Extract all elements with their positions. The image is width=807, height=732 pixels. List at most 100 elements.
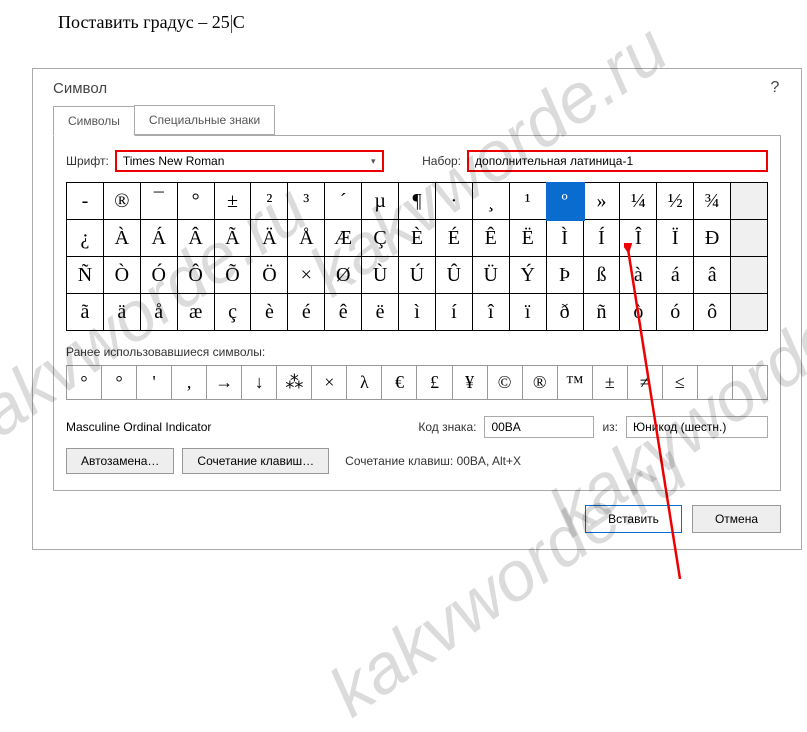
char-cell[interactable]: Ä bbox=[251, 220, 288, 257]
recent-char-cell[interactable]: ↓ bbox=[242, 366, 277, 400]
char-cell[interactable]: µ bbox=[362, 183, 399, 220]
char-cell[interactable]: î bbox=[473, 294, 510, 331]
recent-char-cell[interactable]: ⁂ bbox=[277, 366, 312, 400]
char-cell[interactable]: ³ bbox=[288, 183, 325, 220]
help-button[interactable]: ? bbox=[763, 79, 787, 97]
recent-char-cell[interactable]: ™ bbox=[558, 366, 593, 400]
char-cell[interactable]: Í bbox=[584, 220, 621, 257]
char-cell[interactable]: ò bbox=[620, 294, 657, 331]
tab-symbols[interactable]: Символы bbox=[53, 106, 135, 136]
char-cell[interactable]: - bbox=[67, 183, 104, 220]
recent-char-cell[interactable]: , bbox=[172, 366, 207, 400]
recent-char-cell[interactable]: ≠ bbox=[628, 366, 663, 400]
char-cell[interactable]: ã bbox=[67, 294, 104, 331]
recent-char-cell[interactable]: ® bbox=[523, 366, 558, 400]
recent-char-cell[interactable]: © bbox=[488, 366, 523, 400]
char-cell[interactable]: å bbox=[141, 294, 178, 331]
char-cell[interactable]: ¾ bbox=[694, 183, 731, 220]
char-cell[interactable]: è bbox=[251, 294, 288, 331]
char-cell[interactable]: » bbox=[584, 183, 621, 220]
char-cell[interactable]: æ bbox=[178, 294, 215, 331]
char-cell[interactable]: È bbox=[399, 220, 436, 257]
char-cell[interactable]: É bbox=[436, 220, 473, 257]
char-cell[interactable]: Ü bbox=[473, 257, 510, 294]
char-cell[interactable]: Ý bbox=[510, 257, 547, 294]
char-cell[interactable]: ´ bbox=[325, 183, 362, 220]
char-cell[interactable]: Ã bbox=[215, 220, 252, 257]
recent-char-cell[interactable]: ± bbox=[593, 366, 628, 400]
char-cell[interactable]: Ç bbox=[362, 220, 399, 257]
char-cell[interactable]: Â bbox=[178, 220, 215, 257]
char-cell[interactable]: ï bbox=[510, 294, 547, 331]
char-cell[interactable]: Æ bbox=[325, 220, 362, 257]
char-cell[interactable]: Ö bbox=[251, 257, 288, 294]
recent-char-cell[interactable]: ° bbox=[102, 366, 137, 400]
char-cell[interactable]: Ì bbox=[547, 220, 584, 257]
scrollbar-track[interactable] bbox=[731, 257, 768, 294]
char-cell[interactable]: Ë bbox=[510, 220, 547, 257]
char-cell[interactable]: ° bbox=[178, 183, 215, 220]
char-cell[interactable]: Ð bbox=[694, 220, 731, 257]
char-cell[interactable]: é bbox=[288, 294, 325, 331]
char-cell[interactable]: ó bbox=[657, 294, 694, 331]
char-cell[interactable]: á bbox=[657, 257, 694, 294]
recent-char-cell[interactable]: £ bbox=[417, 366, 452, 400]
char-cell[interactable]: Ø bbox=[325, 257, 362, 294]
char-cell[interactable]: í bbox=[436, 294, 473, 331]
char-cell[interactable]: Õ bbox=[215, 257, 252, 294]
recent-char-cell[interactable]: ≤ bbox=[663, 366, 698, 400]
char-cell[interactable]: Þ bbox=[547, 257, 584, 294]
char-cell[interactable]: Å bbox=[288, 220, 325, 257]
scrollbar-track[interactable] bbox=[731, 294, 768, 331]
char-cell[interactable]: ¼ bbox=[620, 183, 657, 220]
char-cell[interactable]: Ú bbox=[399, 257, 436, 294]
char-cell[interactable]: Û bbox=[436, 257, 473, 294]
scrollbar-track[interactable] bbox=[731, 220, 768, 257]
recent-char-cell[interactable] bbox=[698, 366, 733, 400]
scrollbar-track[interactable] bbox=[731, 183, 768, 220]
char-cell[interactable]: ¿ bbox=[67, 220, 104, 257]
char-cell[interactable]: ² bbox=[251, 183, 288, 220]
char-cell[interactable]: ñ bbox=[584, 294, 621, 331]
char-cell[interactable]: º bbox=[547, 183, 584, 220]
char-cell[interactable]: ß bbox=[584, 257, 621, 294]
autocorrect-button[interactable]: Автозамена… bbox=[66, 448, 174, 474]
char-cell[interactable]: ¹ bbox=[510, 183, 547, 220]
recent-char-cell[interactable]: ¥ bbox=[453, 366, 488, 400]
char-cell[interactable]: Á bbox=[141, 220, 178, 257]
recent-char-cell[interactable]: ' bbox=[137, 366, 172, 400]
recent-char-cell[interactable]: → bbox=[207, 366, 242, 400]
char-cell[interactable]: Ï bbox=[657, 220, 694, 257]
char-cell[interactable]: ± bbox=[215, 183, 252, 220]
char-cell[interactable]: â bbox=[694, 257, 731, 294]
char-cell[interactable]: ¶ bbox=[399, 183, 436, 220]
char-cell[interactable]: Ó bbox=[141, 257, 178, 294]
char-cell[interactable]: ô bbox=[694, 294, 731, 331]
char-cell[interactable]: ð bbox=[547, 294, 584, 331]
char-cell[interactable]: Ò bbox=[104, 257, 141, 294]
recent-char-cell[interactable]: € bbox=[382, 366, 417, 400]
char-cell[interactable]: ç bbox=[215, 294, 252, 331]
code-input[interactable]: 00BA bbox=[484, 416, 594, 438]
recent-char-cell[interactable]: λ bbox=[347, 366, 382, 400]
char-cell[interactable]: à bbox=[620, 257, 657, 294]
font-dropdown[interactable]: Times New Roman ▾ bbox=[115, 150, 384, 172]
tab-special-chars[interactable]: Специальные знаки bbox=[134, 105, 275, 135]
char-cell[interactable]: ½ bbox=[657, 183, 694, 220]
char-cell[interactable]: ® bbox=[104, 183, 141, 220]
char-cell[interactable]: ì bbox=[399, 294, 436, 331]
char-cell[interactable]: ¯ bbox=[141, 183, 178, 220]
recent-char-cell[interactable] bbox=[733, 366, 768, 400]
char-cell[interactable]: À bbox=[104, 220, 141, 257]
recent-char-cell[interactable]: × bbox=[312, 366, 347, 400]
char-cell[interactable]: × bbox=[288, 257, 325, 294]
char-cell[interactable]: ë bbox=[362, 294, 399, 331]
char-cell[interactable]: Ê bbox=[473, 220, 510, 257]
insert-button[interactable]: Вставить bbox=[585, 505, 682, 533]
char-cell[interactable]: ¸ bbox=[473, 183, 510, 220]
from-dropdown[interactable]: Юникод (шестн.) bbox=[626, 416, 768, 438]
char-cell[interactable]: Ô bbox=[178, 257, 215, 294]
char-cell[interactable]: · bbox=[436, 183, 473, 220]
cancel-button[interactable]: Отмена bbox=[692, 505, 781, 533]
recent-char-cell[interactable]: ° bbox=[67, 366, 102, 400]
